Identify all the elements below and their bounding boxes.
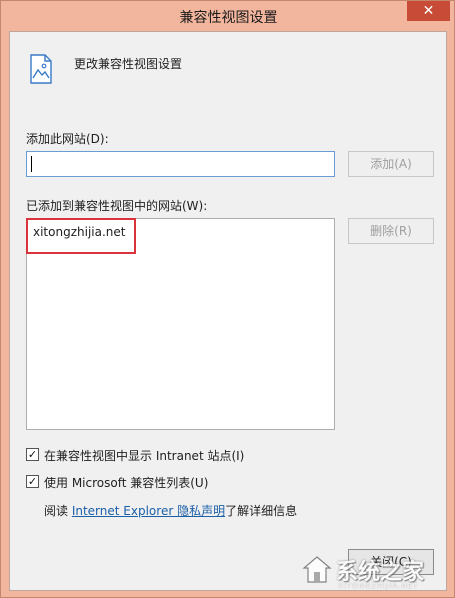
add-button[interactable]: 添加(A) xyxy=(348,151,434,177)
add-site-input[interactable] xyxy=(26,151,335,177)
sites-list-label: 已添加到兼容性视图中的网站(W): xyxy=(26,199,208,213)
text-caret xyxy=(31,156,32,172)
sites-listbox[interactable]: xitongzhijia.net xyxy=(26,218,335,430)
intranet-checkbox[interactable]: ✓ xyxy=(26,448,39,461)
dialog-window: 兼容性视图设置 ✕ 更改兼容性视图设置 添加此网站(D): 添加(A) 已添加到… xyxy=(0,0,455,598)
remove-button[interactable]: 删除(R) xyxy=(348,218,434,244)
add-site-label: 添加此网站(D): xyxy=(26,132,109,146)
dialog-body: 更改兼容性视图设置 添加此网站(D): 添加(A) 已添加到兼容性视图中的网站(… xyxy=(9,31,447,591)
title-bar[interactable]: 兼容性视图设置 ✕ xyxy=(1,1,455,31)
page-mountain-icon xyxy=(30,54,52,84)
watermark: 系统之家 XITONGZHIJIA.NET xyxy=(300,549,450,595)
header-title: 更改兼容性视图设置 xyxy=(74,57,183,71)
intranet-checkbox-label: 在兼容性视图中显示 Intranet 站点(I) xyxy=(44,449,245,463)
watermark-logo-icon xyxy=(302,556,332,583)
microsoft-list-checkbox[interactable]: ✓ xyxy=(26,475,39,488)
info-suffix: 了解详细信息 xyxy=(225,504,298,518)
close-window-button[interactable]: ✕ xyxy=(407,1,450,21)
privacy-link[interactable]: Internet Explorer 隐私声明 xyxy=(72,504,225,518)
info-prefix: 阅读 xyxy=(44,504,72,518)
privacy-info: 阅读 Internet Explorer 隐私声明了解详细信息 xyxy=(44,502,297,519)
window-title: 兼容性视图设置 xyxy=(179,10,278,26)
close-icon: ✕ xyxy=(422,3,435,19)
microsoft-list-checkbox-label: 使用 Microsoft 兼容性列表(U) xyxy=(44,476,209,490)
highlight-box xyxy=(26,218,136,254)
watermark-subtext: XITONGZHIJIA.NET xyxy=(338,582,419,590)
